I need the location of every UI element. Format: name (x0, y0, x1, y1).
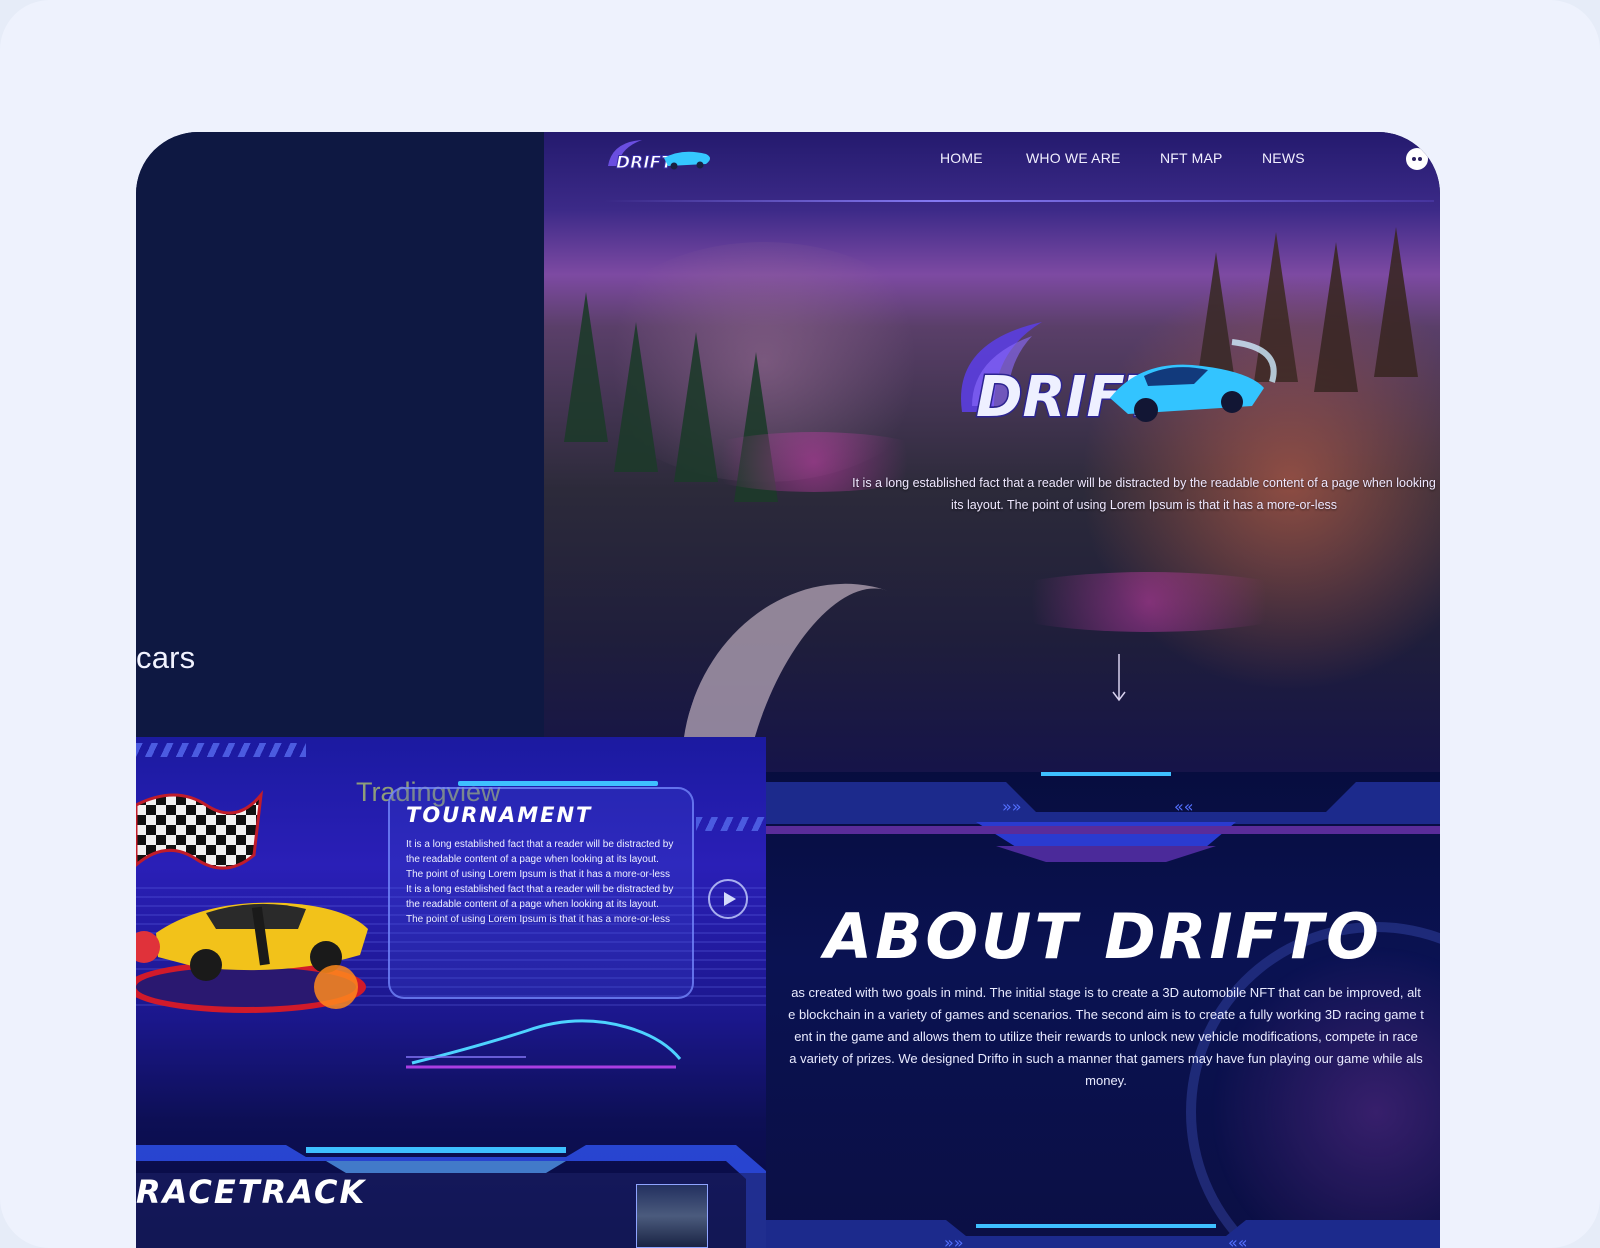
neon-car-outline (406, 1019, 682, 1069)
tournament-description: It is a long established fact that a rea… (406, 839, 674, 925)
about-section: »» «« ABOUT DRIFTO as created with two g… (766, 772, 1440, 1248)
tournament-section: Tradingview TOURNAMENT It is a long esta… (136, 737, 766, 1248)
racetrack-thumbnail[interactable] (636, 1184, 708, 1248)
nav-news[interactable]: NEWS (1262, 150, 1305, 166)
drift-logo[interactable]: DRIFT (602, 136, 720, 182)
pine-tree (1374, 227, 1418, 377)
hero-description-line: It is a long established fact that a rea… (852, 476, 1436, 490)
cars-text: cars (136, 640, 196, 675)
left-dark-panel: cars (136, 132, 544, 737)
pine-tree (564, 292, 608, 442)
discord-icon[interactable] (1406, 148, 1428, 170)
drift-logo-text: DRIFT (616, 153, 674, 173)
racetrack-title: RACETRACK (136, 1173, 367, 1211)
about-line: e blockchain in a variety of games and s… (788, 1007, 1424, 1022)
nav-home[interactable]: HOME (940, 150, 983, 166)
about-header-frame: »» «« (766, 772, 1440, 862)
yellow-race-car (136, 902, 368, 1013)
outer-card: cars DRIFT HOME WHO WE ARE NFT MAP NEWS … (0, 0, 1600, 1248)
about-line: as created with two goals in mind. The i… (791, 985, 1421, 1000)
about-bottom-frame: »» «« (766, 1220, 1440, 1248)
hero-section: DRIFT HOME WHO WE ARE NFT MAP NEWS DRIFT (544, 132, 1440, 782)
chevrons-left-icon: «« (1228, 1233, 1248, 1248)
about-line: money. (1085, 1073, 1127, 1088)
pine-tree (614, 322, 658, 472)
chevrons-right-icon: »» (944, 1233, 964, 1248)
decorative-stripes (136, 743, 306, 757)
pine-tree (1314, 242, 1358, 392)
nav-divider (604, 200, 1434, 202)
about-description: as created with two goals in mind. The i… (766, 982, 1440, 1092)
about-line: ent in the game and allows them to utili… (794, 1029, 1418, 1044)
nav-nft-map[interactable]: NFT MAP (1160, 150, 1223, 166)
nav-who-we-are[interactable]: WHO WE ARE (1026, 150, 1121, 166)
about-title: ABOUT DRIFTO (824, 900, 1382, 973)
tournament-title: TOURNAMENT (406, 803, 593, 827)
flower-bed (984, 572, 1314, 632)
hero-drift-logo: DRIFT (961, 322, 1277, 432)
hero-description: It is a long established fact that a rea… (794, 472, 1440, 516)
play-button-icon[interactable] (708, 879, 748, 919)
chevrons-right-icon: »» (1002, 797, 1022, 816)
top-nav: DRIFT HOME WHO WE ARE NFT MAP NEWS (544, 132, 1440, 202)
panel-accent-bar (458, 781, 658, 786)
about-line: a variety of prizes. We designed Drifto … (789, 1051, 1423, 1066)
website-preview-frame: cars DRIFT HOME WHO WE ARE NFT MAP NEWS … (136, 132, 1440, 1248)
decorative-stripes (696, 817, 766, 831)
hero-description-line: its layout. The point of using Lorem Ips… (950, 498, 1338, 512)
scroll-down-arrow-icon[interactable] (1109, 652, 1129, 704)
chevrons-left-icon: «« (1174, 797, 1194, 816)
